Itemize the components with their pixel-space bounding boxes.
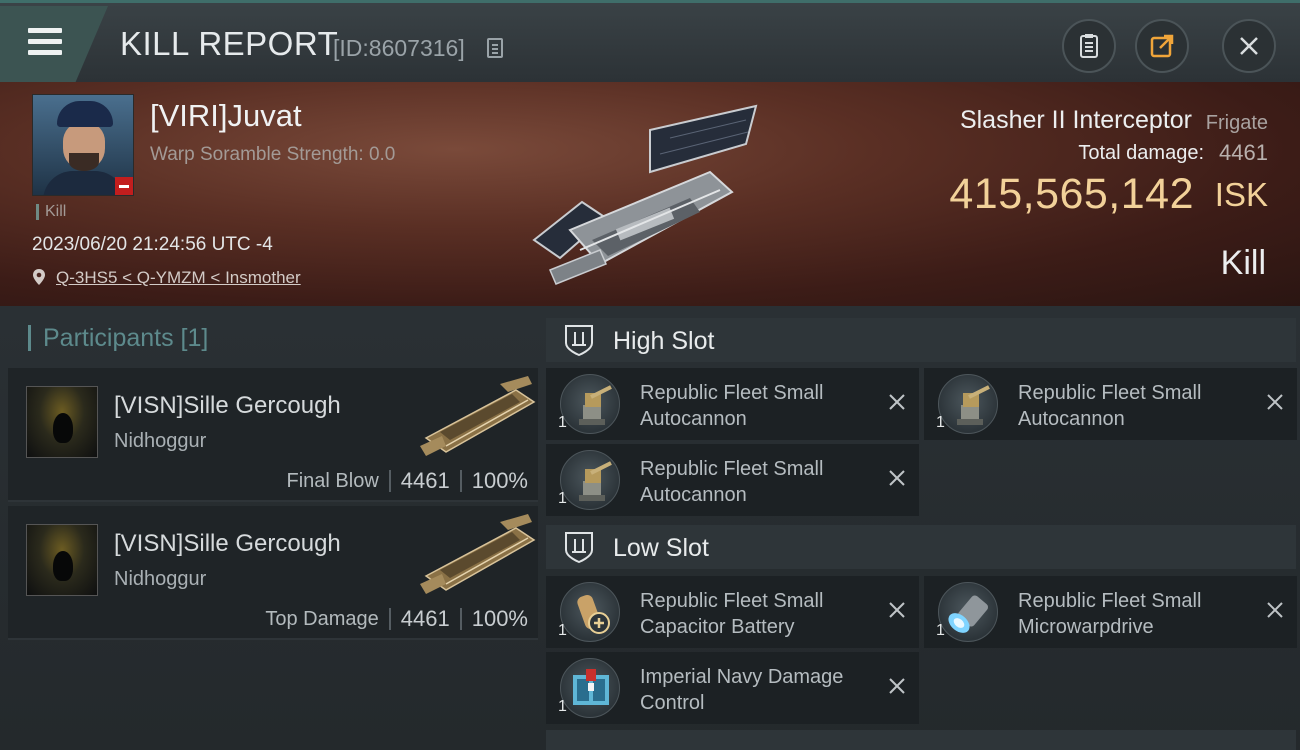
microwarpdrive-icon xyxy=(938,582,998,642)
participant-ship-image xyxy=(420,514,536,594)
warp-scramble-strength: Warp Soramble Strength: 0.0 xyxy=(150,144,396,165)
hamburger-menu-icon-bar xyxy=(28,39,62,44)
participant-card[interactable]: [VISN]Sille Gercough Nidhoggur Final Blo… xyxy=(8,368,538,502)
portrait-body xyxy=(43,171,125,195)
module-name: Republic Fleet Small Autocannon xyxy=(640,382,824,430)
victim-ship-image[interactable] xyxy=(520,100,770,300)
kill-datetime: 2023/06/20 21:24:56 UTC -4 xyxy=(32,234,273,255)
module-name: Republic Fleet Small Capacitor Battery xyxy=(640,590,824,638)
victim-portrait[interactable] xyxy=(32,94,134,196)
module-quantity: 1 xyxy=(558,490,567,507)
low-slot-icon xyxy=(565,532,593,564)
participants-title: Participants [1] xyxy=(28,325,208,351)
module-name: Republic Fleet Small Autocannon xyxy=(1018,382,1202,430)
stat-divider xyxy=(388,470,391,492)
autocannon-icon xyxy=(560,374,620,434)
module-card[interactable]: 1 Imperial Navy Damage Control xyxy=(546,652,919,724)
participant-label: Top Damage xyxy=(265,607,379,630)
autocannon-icon xyxy=(560,450,620,510)
close-icon xyxy=(1240,37,1258,55)
report-id: [ID:8607316] xyxy=(333,35,465,61)
participant-percent: 100% xyxy=(471,606,528,631)
share-button[interactable] xyxy=(1135,19,1189,73)
module-name: Republic Fleet Small Autocannon xyxy=(640,458,824,506)
clipboard-button[interactable] xyxy=(1062,19,1116,73)
victim-banner: [VIRI]Juvat Warp Soramble Strength: 0.0 … xyxy=(0,82,1300,306)
copy-id-icon[interactable] xyxy=(487,38,503,58)
isk-unit: ISK xyxy=(1214,176,1268,213)
export-icon xyxy=(1150,34,1174,58)
participant-damage: 4461 xyxy=(400,606,450,631)
module-quantity: 1 xyxy=(936,414,945,431)
participant-portrait xyxy=(26,386,98,458)
stat-divider xyxy=(459,608,462,630)
module-card[interactable]: 1 Republic Fleet Small Autocannon xyxy=(546,368,919,440)
autocannon-icon xyxy=(938,374,998,434)
remove-icon[interactable] xyxy=(887,600,907,620)
participant-card[interactable]: [VISN]Sille Gercough Nidhoggur Top Damag… xyxy=(8,506,538,640)
kill-report-header: KILL REPORT [ID:8607316] xyxy=(0,0,1300,82)
kill-tag: Kill xyxy=(36,204,66,220)
victim-name[interactable]: [VIRI]Juvat xyxy=(150,98,302,134)
module-quantity: 1 xyxy=(558,698,567,715)
close-button[interactable] xyxy=(1222,19,1276,73)
participant-ship: Nidhoggur xyxy=(114,568,207,590)
participant-stats: Top Damage 4461 100% xyxy=(265,606,528,632)
menu-button[interactable] xyxy=(0,6,108,82)
total-damage-value: 4461 xyxy=(1219,140,1268,165)
participant-name[interactable]: [VISN]Sille Gercough xyxy=(114,530,341,558)
module-quantity: 1 xyxy=(558,622,567,639)
module-card[interactable]: 1 Republic Fleet Small Microwarpdrive xyxy=(924,576,1297,648)
isk-value: 415,565,142 xyxy=(949,170,1194,218)
participant-portrait xyxy=(26,524,98,596)
location-pin-icon xyxy=(33,269,45,285)
low-slot-header: Low Slot xyxy=(546,525,1296,569)
module-name: Republic Fleet Small Microwarpdrive xyxy=(1018,590,1202,638)
remove-icon[interactable] xyxy=(1265,392,1285,412)
victim-ship-class: Frigate xyxy=(1205,112,1268,134)
participant-label: Final Blow xyxy=(286,469,379,492)
participant-ship: Nidhoggur xyxy=(114,430,207,452)
module-quantity: 1 xyxy=(936,622,945,639)
participant-ship-image xyxy=(420,376,536,456)
high-slot-title: High Slot xyxy=(613,327,715,355)
module-card[interactable]: 1 Republic Fleet Small Capacitor Battery xyxy=(546,576,919,648)
low-slot-title: Low Slot xyxy=(613,534,709,562)
high-slot-icon xyxy=(565,325,593,357)
remove-icon[interactable] xyxy=(1265,600,1285,620)
mid-slot-header xyxy=(546,730,1296,750)
remove-icon[interactable] xyxy=(887,392,907,412)
module-name: Imperial Navy Damage Control xyxy=(640,666,844,714)
total-damage-label: Total damage: xyxy=(1078,142,1204,164)
module-card[interactable]: 1 Republic Fleet Small Autocannon xyxy=(924,368,1297,440)
remove-icon[interactable] xyxy=(887,676,907,696)
participant-damage: 4461 xyxy=(400,468,450,493)
remove-icon[interactable] xyxy=(887,468,907,488)
minus-badge-icon xyxy=(115,177,133,195)
damage-control-icon xyxy=(560,658,620,718)
module-quantity: 1 xyxy=(558,414,567,431)
stat-divider xyxy=(388,608,391,630)
stat-divider xyxy=(459,470,462,492)
participant-name[interactable]: [VISN]Sille Gercough xyxy=(114,392,341,420)
portrait-cap xyxy=(57,101,113,127)
module-card[interactable]: 1 Republic Fleet Small Autocannon xyxy=(546,444,919,516)
high-slot-header: High Slot xyxy=(546,318,1296,362)
result-label: Kill xyxy=(1220,244,1266,282)
hamburger-menu-icon xyxy=(28,28,62,33)
page-title: KILL REPORT xyxy=(120,25,339,62)
capacitor-battery-icon xyxy=(560,582,620,642)
participant-stats: Final Blow 4461 100% xyxy=(287,468,529,494)
portrait-beard xyxy=(69,153,99,171)
kill-location-link[interactable]: Q-3HS5 < Q-YMZM < Insmother xyxy=(56,268,301,288)
clipboard-icon xyxy=(1080,34,1098,58)
victim-ship-name[interactable]: Slasher II Interceptor xyxy=(960,106,1192,135)
participant-percent: 100% xyxy=(471,468,528,493)
hamburger-menu-icon-bar xyxy=(28,50,62,55)
